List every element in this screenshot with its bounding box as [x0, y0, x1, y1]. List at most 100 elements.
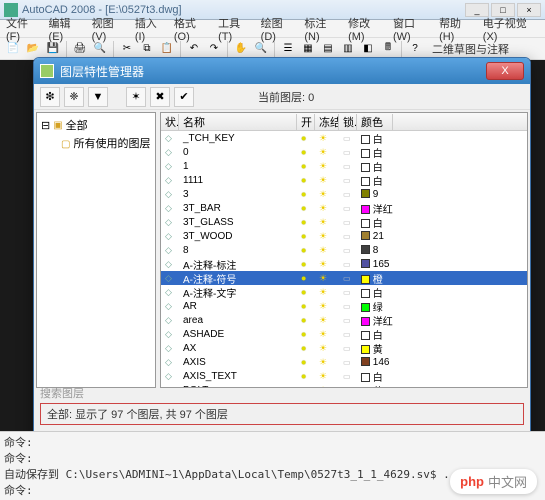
redo-icon[interactable]: ↷: [205, 40, 223, 58]
lock-icon[interactable]: ▭: [343, 134, 351, 143]
lock-icon[interactable]: ▭: [343, 176, 351, 185]
design-center-icon[interactable]: ▦: [299, 40, 317, 58]
layer-name[interactable]: 3T_BAR: [179, 203, 297, 214]
bulb-icon[interactable]: ●: [301, 203, 306, 213]
sun-icon[interactable]: ☀: [319, 203, 327, 213]
layer-name[interactable]: AX: [179, 343, 297, 354]
bulb-icon[interactable]: ●: [301, 133, 306, 143]
lock-icon[interactable]: ▭: [343, 302, 351, 311]
new-icon[interactable]: 📄: [4, 40, 22, 58]
menu-format[interactable]: 格式(O): [174, 15, 210, 43]
bulb-icon[interactable]: ●: [301, 245, 306, 255]
layer-name[interactable]: 0: [179, 147, 297, 158]
menu-express[interactable]: 电子视觉(X): [483, 15, 539, 43]
layer-row[interactable]: ◇_TCH_KEY●☀▭ 白: [161, 131, 527, 145]
lock-icon[interactable]: ▭: [343, 148, 351, 157]
sun-icon[interactable]: ☀: [319, 133, 327, 143]
layer-row[interactable]: ◇A-注释-文字●☀▭ 白: [161, 285, 527, 299]
bulb-icon[interactable]: ●: [301, 343, 306, 353]
layer-color[interactable]: 165: [357, 259, 393, 270]
menu-window[interactable]: 窗口(W): [393, 15, 431, 43]
sun-icon[interactable]: ☀: [319, 315, 327, 325]
calc-icon[interactable]: 🖩: [379, 40, 397, 58]
menu-tools[interactable]: 工具(T): [218, 15, 253, 43]
layer-color[interactable]: 白: [357, 131, 393, 146]
lock-icon[interactable]: ▭: [343, 218, 351, 227]
lock-icon[interactable]: ▭: [343, 330, 351, 339]
layer-name[interactable]: _TCH_KEY: [179, 133, 297, 144]
bulb-icon[interactable]: ●: [301, 175, 306, 185]
lock-icon[interactable]: ▭: [343, 204, 351, 213]
filter-tree[interactable]: ⊟ ▣ 全部 ▢ 所有使用的图层: [36, 112, 156, 388]
layer-color[interactable]: 白: [357, 173, 393, 188]
layer-name[interactable]: AR: [179, 301, 297, 312]
lock-icon[interactable]: ▭: [343, 162, 351, 171]
header-on[interactable]: 开: [297, 114, 315, 130]
menu-file[interactable]: 文件(F): [6, 15, 41, 43]
sun-icon[interactable]: ☀: [319, 385, 327, 389]
layer-name[interactable]: area: [179, 315, 297, 326]
layer-color[interactable]: 白: [357, 327, 393, 342]
lock-icon[interactable]: ▭: [343, 232, 351, 241]
bulb-icon[interactable]: ●: [301, 301, 306, 311]
bulb-icon[interactable]: ●: [301, 357, 306, 367]
menu-help[interactable]: 帮助(H): [439, 15, 475, 43]
sun-icon[interactable]: ☀: [319, 357, 327, 367]
sun-icon[interactable]: ☀: [319, 259, 327, 269]
sun-icon[interactable]: ☀: [319, 217, 327, 227]
layer-name[interactable]: BOLT: [179, 385, 297, 389]
set-current-icon[interactable]: ✔: [174, 87, 194, 107]
sun-icon[interactable]: ☀: [319, 189, 327, 199]
tree-child-used[interactable]: ▢ 所有使用的图层: [61, 135, 151, 151]
bulb-icon[interactable]: ●: [301, 287, 306, 297]
bulb-icon[interactable]: ●: [301, 329, 306, 339]
plot-preview-icon[interactable]: 🔍: [91, 40, 109, 58]
bulb-icon[interactable]: ●: [301, 259, 306, 269]
layer-name[interactable]: ASHADE: [179, 329, 297, 340]
markup-icon[interactable]: ◧: [359, 40, 377, 58]
layer-name[interactable]: 1111: [179, 175, 297, 186]
bulb-icon[interactable]: ●: [301, 189, 306, 199]
layer-row[interactable]: ◇BOLT●☀▭ 黄: [161, 383, 527, 388]
new-filter-icon[interactable]: ❇: [40, 87, 60, 107]
layer-row[interactable]: ◇AXIS●☀▭ 146: [161, 355, 527, 369]
header-name[interactable]: 名称: [179, 114, 297, 130]
layer-row[interactable]: ◇AX●☀▭ 黄: [161, 341, 527, 355]
dialog-close-button[interactable]: X: [486, 62, 524, 80]
header-freeze[interactable]: 冻结: [315, 114, 339, 130]
sun-icon[interactable]: ☀: [319, 301, 327, 311]
layer-color[interactable]: 黄: [357, 341, 393, 356]
copy-icon[interactable]: ⧉: [138, 40, 156, 58]
sun-icon[interactable]: ☀: [319, 231, 327, 241]
layer-color[interactable]: 白: [357, 285, 393, 300]
sheet-set-icon[interactable]: ▥: [339, 40, 357, 58]
layer-list-header[interactable]: 状.. 名称 开 冻结 锁.. 颜色: [161, 113, 527, 131]
lock-icon[interactable]: ▭: [343, 288, 351, 297]
delete-layer-icon[interactable]: ✖: [150, 87, 170, 107]
header-state[interactable]: 状..: [161, 114, 179, 130]
menu-insert[interactable]: 插入(I): [135, 15, 166, 43]
layer-row[interactable]: ◇3●☀▭ 9: [161, 187, 527, 201]
layer-name[interactable]: A-注释-标注: [179, 257, 297, 272]
sun-icon[interactable]: ☀: [319, 329, 327, 339]
layer-row[interactable]: ◇0●☀▭ 白: [161, 145, 527, 159]
layer-row[interactable]: ◇3T_BAR●☀▭ 洋红: [161, 201, 527, 215]
layer-color[interactable]: 9: [357, 189, 393, 200]
layer-color[interactable]: 8: [357, 245, 393, 256]
paste-icon[interactable]: 📋: [158, 40, 176, 58]
layer-row[interactable]: ◇3T_WOOD●☀▭ 21: [161, 229, 527, 243]
layer-row[interactable]: ◇3T_GLASS●☀▭ 白: [161, 215, 527, 229]
layer-name[interactable]: AXIS_TEXT: [179, 371, 297, 382]
help-icon[interactable]: ?: [406, 40, 424, 58]
lock-icon[interactable]: ▭: [343, 246, 351, 255]
lock-icon[interactable]: ▭: [343, 386, 351, 389]
new-group-filter-icon[interactable]: ❈: [64, 87, 84, 107]
sun-icon[interactable]: ☀: [319, 175, 327, 185]
layer-color[interactable]: 洋红: [357, 313, 393, 328]
minus-icon[interactable]: ⊟: [41, 119, 50, 132]
layer-row[interactable]: ◇1●☀▭ 白: [161, 159, 527, 173]
lock-icon[interactable]: ▭: [343, 344, 351, 353]
layer-row[interactable]: ◇AR●☀▭ 绿: [161, 299, 527, 313]
undo-icon[interactable]: ↶: [185, 40, 203, 58]
lock-icon[interactable]: ▭: [343, 274, 351, 283]
